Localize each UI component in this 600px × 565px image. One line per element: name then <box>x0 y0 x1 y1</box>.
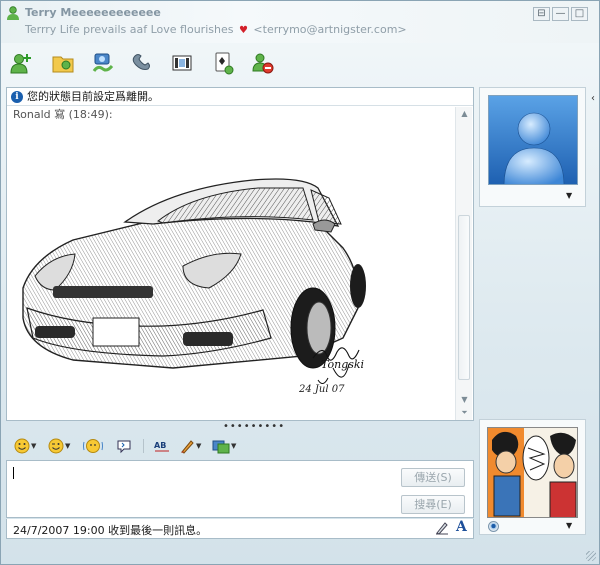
message-input[interactable]: 傳送(S) 搜尋(E) <box>6 460 474 518</box>
ink-icon <box>181 440 194 454</box>
contact-display-picture-frame[interactable]: ▼ <box>479 87 586 207</box>
send-files-icon[interactable] <box>51 51 75 75</box>
collapse-panel-icon[interactable]: ‹ <box>588 93 598 109</box>
background-button[interactable]: ▼ <box>212 437 236 455</box>
voice-clip-button[interactable] <box>116 437 132 455</box>
contact-email: <terrymo@artnigster.com> <box>253 23 407 36</box>
drawing-signature: Tongski <box>321 358 365 371</box>
default-avatar-icon <box>489 96 577 184</box>
scroll-bottom-arrow-icon[interactable]: ⏷ <box>459 408 470 418</box>
title-bar: Terry Meeeeeeeeeeee Terrry Life prevails… <box>1 1 599 43</box>
phone-call-icon[interactable] <box>131 51 155 75</box>
text-cursor <box>13 467 14 479</box>
message-sender-line: Ronald 寫 (18:49): <box>13 108 113 121</box>
toolbar-divider <box>143 439 144 453</box>
handwriting-icon[interactable] <box>435 521 449 535</box>
minimize-button[interactable]: — <box>552 7 569 21</box>
emoticon-button[interactable]: ▼ <box>14 437 36 455</box>
resize-grip[interactable] <box>586 551 596 561</box>
font-icon[interactable]: A <box>456 519 467 535</box>
svg-text:AB: AB <box>154 441 166 450</box>
chevron-down-icon[interactable]: ▼ <box>566 521 572 530</box>
conversation-history[interactable]: i 您的狀態目前設定爲離開。 Ronald 寫 (18:49): 24 Jul … <box>6 87 474 421</box>
comic-avatar-image <box>488 428 577 517</box>
scroll-up-arrow-icon[interactable]: ▲ <box>459 109 470 119</box>
chevron-down-icon: ▼ <box>31 442 37 450</box>
maximize-button[interactable]: □ <box>571 7 588 21</box>
nudge-icon <box>83 439 103 453</box>
invite-contact-icon[interactable] <box>9 51 33 75</box>
chevron-down-icon: ▼ <box>196 442 202 450</box>
ink-drawing-car <box>22 178 366 384</box>
contact-personal-message: Terrry Life prevails aaf Love flourishes… <box>25 23 407 36</box>
send-button[interactable]: 傳送(S) <box>401 468 465 487</box>
spell-check-button[interactable]: AB <box>153 437 171 455</box>
personal-message-text: Terrry Life prevails aaf Love flourishes <box>25 23 234 36</box>
chevron-down-icon: ▼ <box>231 442 237 450</box>
status-notice: i 您的狀態目前設定爲離開。 <box>7 88 473 106</box>
my-display-picture-frame[interactable]: ▼ <box>479 419 586 535</box>
compose-toolbar: ▼ ▼ AB ▼ ▼ <box>6 433 474 459</box>
search-button[interactable]: 搜尋(E) <box>401 495 465 514</box>
scrollbar-thumb[interactable] <box>458 215 470 380</box>
conversation-window: Terry Meeeeeeeeeeee Terrry Life prevails… <box>0 0 600 565</box>
nudge-button[interactable] <box>83 437 103 455</box>
wink-icon <box>48 438 64 454</box>
info-icon: i <box>11 91 23 103</box>
history-scrollbar[interactable]: ▲ ▼ ⏷ <box>455 107 472 420</box>
chevron-down-icon: ▼ <box>65 442 71 450</box>
contact-display-picture <box>488 95 578 185</box>
webcam-icon[interactable] <box>488 521 499 532</box>
video-call-icon[interactable] <box>91 51 115 75</box>
activities-icon[interactable] <box>171 51 195 75</box>
drawing-date: 24 Jul 07 <box>299 384 345 395</box>
last-message-status: 24/7/2007 19:00 收到最後一則訊息。 <box>13 524 208 537</box>
chevron-down-icon[interactable]: ▼ <box>566 191 572 200</box>
voice-clip-icon <box>117 440 131 454</box>
my-display-picture <box>487 427 578 518</box>
conversation-toolbar <box>1 43 599 83</box>
block-contact-icon[interactable] <box>251 51 275 75</box>
ink-button[interactable]: ▼ <box>179 437 201 455</box>
scroll-down-arrow-icon[interactable]: ▼ <box>459 395 470 405</box>
emoticon-icon <box>14 438 30 454</box>
messenger-buddy-icon <box>7 6 19 20</box>
heart-icon: ♥ <box>238 25 248 36</box>
background-icon <box>212 440 230 454</box>
pane-splitter-handle[interactable]: ••••••••• <box>223 422 285 432</box>
contact-name: Terry Meeeeeeeeeeee <box>25 6 161 19</box>
restore-button[interactable]: ⊟ <box>533 7 550 21</box>
games-icon[interactable] <box>211 51 235 75</box>
status-bar: 24/7/2007 19:00 收到最後一則訊息。 A <box>6 519 474 539</box>
wink-button[interactable]: ▼ <box>48 437 70 455</box>
spell-check-icon: AB <box>154 441 169 452</box>
status-notice-text: 您的狀態目前設定爲離開。 <box>27 90 159 103</box>
